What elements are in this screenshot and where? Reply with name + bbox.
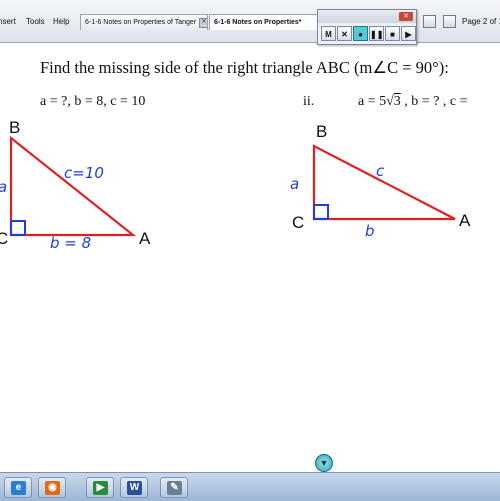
triangle-i: B C A a c=10 b = 8	[0, 118, 151, 252]
triangle-ii-handwritten-b: b	[365, 222, 375, 240]
taskbar-word[interactable]: W	[120, 477, 148, 498]
triangle-i-handwritten-a: a	[0, 178, 7, 196]
taskbar: e ◉ ▶ W ✎	[0, 472, 500, 501]
triangle-ii-handwritten-a: a	[290, 175, 299, 193]
triangle-i-shape	[9, 135, 137, 237]
taskbar-media-player[interactable]: ▶	[86, 477, 114, 498]
firefox-icon: ◉	[45, 481, 60, 495]
triangle-i-handwritten-c: c=10	[64, 164, 104, 182]
triangle-i-right-angle-mark	[10, 220, 26, 236]
triangle-ii-handwritten-c: c	[376, 162, 385, 180]
triangle-ii-vertex-c: C	[292, 213, 304, 232]
triangle-ii: B C A a c b	[290, 122, 471, 240]
internet-explorer-icon: e	[11, 481, 26, 495]
triangle-ii-right-angle-mark	[313, 204, 329, 220]
taskbar-smart-notebook[interactable]: ✎	[160, 477, 188, 498]
scroll-down-button[interactable]: ▼	[315, 454, 333, 472]
word-icon: W	[127, 481, 142, 495]
triangle-ii-shape	[312, 144, 456, 221]
taskbar-firefox[interactable]: ◉	[38, 477, 66, 498]
triangle-i-vertex-b: B	[9, 118, 20, 137]
taskbar-internet-explorer[interactable]: e	[4, 477, 32, 498]
triangle-diagrams: B C A a c=10 b = 8 B C A a c b	[0, 118, 471, 252]
triangle-i-vertex-a: A	[139, 229, 151, 248]
smart-notebook-icon: ✎	[167, 481, 182, 495]
triangle-ii-vertex-b: B	[316, 122, 327, 141]
triangle-i-vertex-c: C	[0, 229, 8, 248]
triangle-ii-vertex-a: A	[459, 211, 471, 230]
media-player-icon: ▶	[93, 481, 108, 495]
triangle-i-handwritten-b: b = 8	[50, 234, 91, 252]
